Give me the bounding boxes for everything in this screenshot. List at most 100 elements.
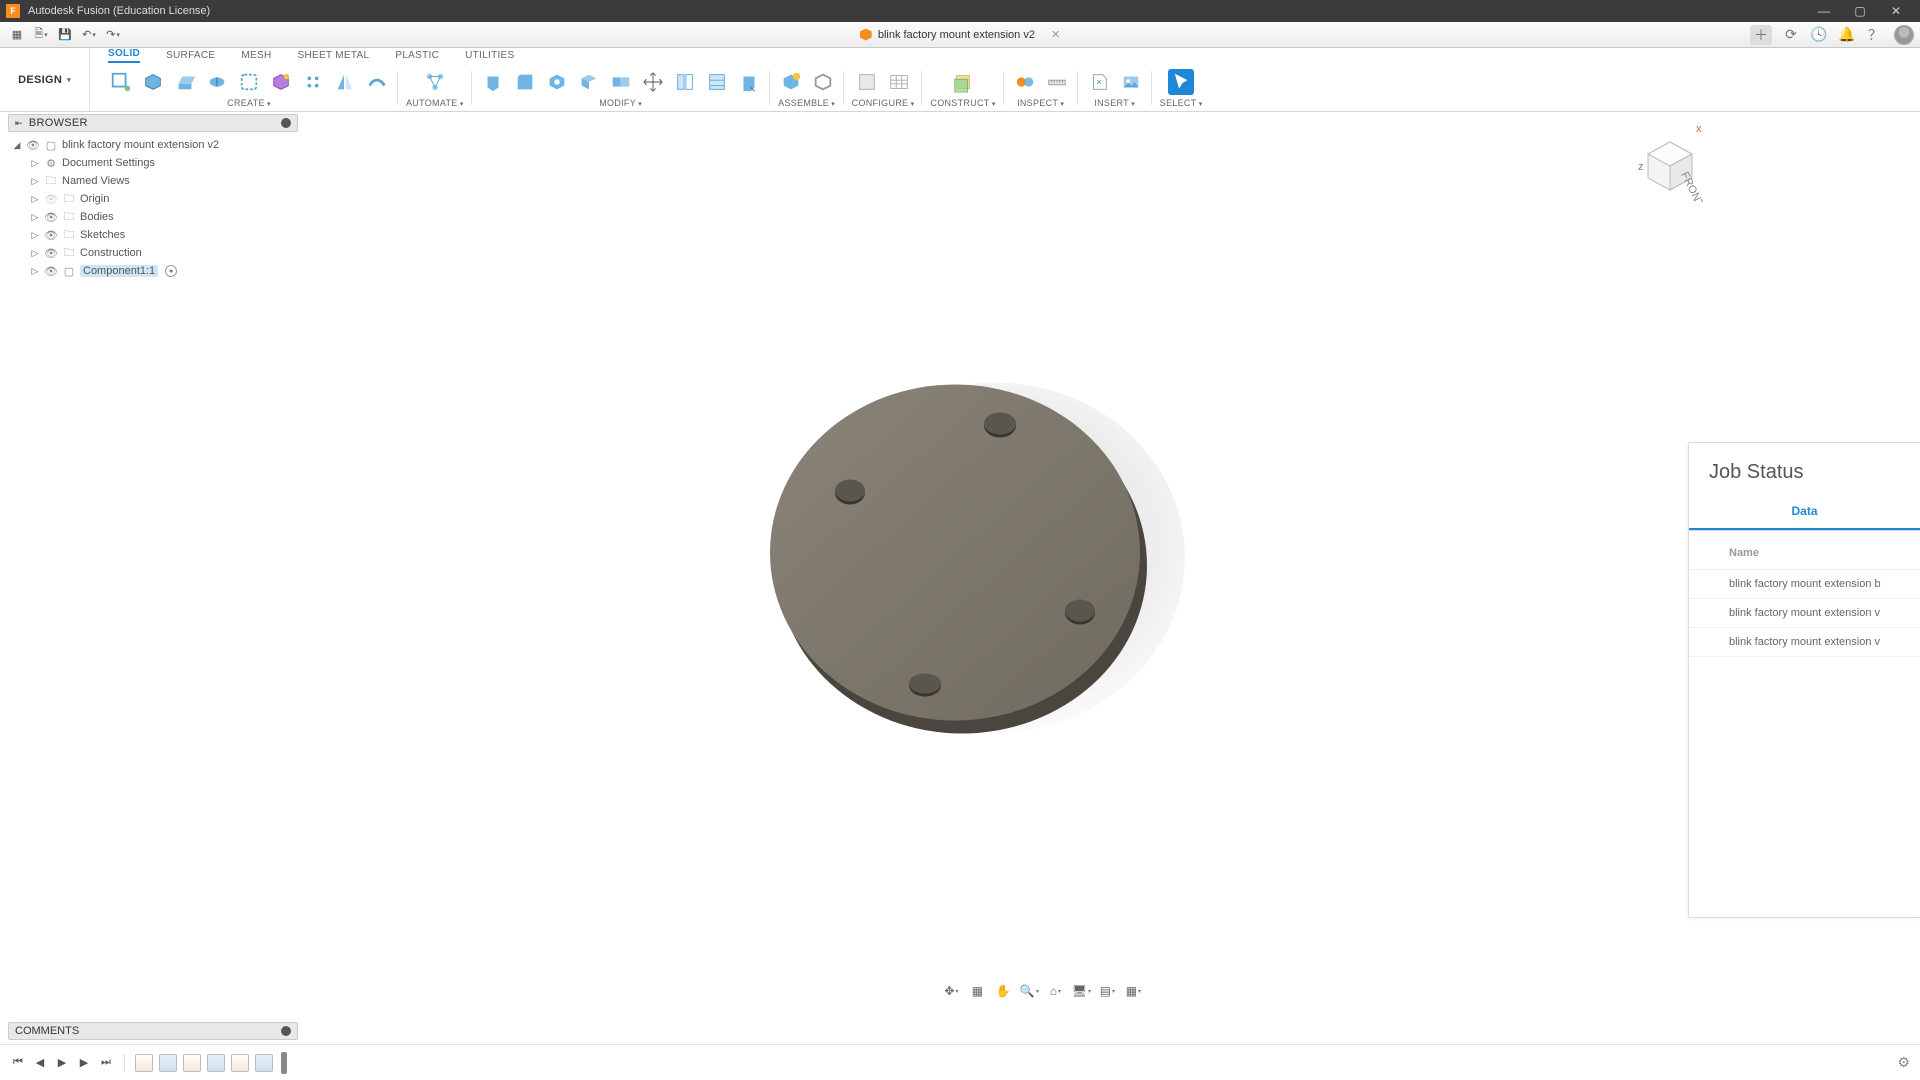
group-insert-label[interactable]: INSERT xyxy=(1094,98,1135,108)
sweep-icon[interactable] xyxy=(236,69,262,95)
pan-icon[interactable]: ✋ xyxy=(993,982,1013,1000)
visibility-icon[interactable]: 👁 xyxy=(44,192,58,206)
tab-sheet-metal[interactable]: SHEET METAL xyxy=(298,50,370,63)
browser-options-icon[interactable] xyxy=(281,118,291,128)
group-construct-label[interactable]: CONSTRUCT xyxy=(930,98,995,108)
tab-mesh[interactable]: MESH xyxy=(241,50,271,63)
group-create-label[interactable]: CREATE xyxy=(227,98,271,108)
close-button[interactable]: ✕ xyxy=(1878,0,1914,22)
create-sketch-icon[interactable] xyxy=(108,69,134,95)
insert-decal-icon[interactable] xyxy=(1118,69,1144,95)
notifications-icon[interactable]: 🔔 xyxy=(1838,26,1856,44)
extensions-icon[interactable]: ⟳ xyxy=(1782,26,1800,44)
visibility-icon[interactable]: 👁 xyxy=(26,138,40,152)
mirror-icon[interactable] xyxy=(332,69,358,95)
group-select-label[interactable]: SELECT xyxy=(1160,98,1203,108)
help-icon[interactable]: ？ xyxy=(1866,26,1884,44)
new-tab-button[interactable]: ＋ xyxy=(1750,25,1772,45)
expand-icon[interactable]: ▷ xyxy=(30,248,40,259)
zoom-icon[interactable]: 🔍 xyxy=(1019,982,1039,1000)
save-button[interactable]: 💾 xyxy=(54,25,76,45)
group-automate-label[interactable]: AUTOMATE xyxy=(406,98,464,108)
tree-node[interactable]: ▷⚙Document Settings xyxy=(26,154,298,172)
tree-root[interactable]: ◢ 👁 ▢ blink factory mount extension v2 xyxy=(8,136,298,154)
workspace-switcher[interactable]: DESIGN xyxy=(0,48,90,111)
tree-node[interactable]: ▷👁🗀Bodies xyxy=(26,208,298,226)
viewcube[interactable]: FRONT x z xyxy=(1630,122,1710,202)
move-icon[interactable] xyxy=(640,69,666,95)
tree-node[interactable]: ▷🗀Named Views xyxy=(26,172,298,190)
automate-icon[interactable] xyxy=(422,69,448,95)
appearance-icon[interactable] xyxy=(736,69,762,95)
timeline-feature[interactable] xyxy=(207,1054,225,1072)
document-tab[interactable]: blink factory mount extension v2 ✕ xyxy=(860,28,1060,41)
expand-icon[interactable]: ▷ xyxy=(30,194,40,205)
visibility-icon[interactable]: 👁 xyxy=(44,264,58,278)
close-tab-button[interactable]: ✕ xyxy=(1051,28,1060,41)
timeline-feature[interactable] xyxy=(231,1054,249,1072)
expand-icon[interactable]: ▷ xyxy=(30,176,40,187)
tab-plastic[interactable]: PLASTIC xyxy=(395,50,439,63)
undo-button[interactable]: ↶ xyxy=(78,25,100,45)
grid-settings-icon[interactable]: ▤ xyxy=(1097,982,1117,1000)
group-inspect-label[interactable]: INSPECT xyxy=(1017,98,1064,108)
display-settings-icon[interactable]: 🖥 xyxy=(1071,982,1091,1000)
select-icon[interactable] xyxy=(1168,69,1194,95)
expand-icon[interactable]: ▷ xyxy=(30,158,40,169)
visibility-icon[interactable]: 👁 xyxy=(44,210,58,224)
visibility-icon[interactable]: 👁 xyxy=(44,228,58,242)
maximize-button[interactable]: ▢ xyxy=(1842,0,1878,22)
visibility-icon[interactable]: 👁 xyxy=(44,246,58,260)
timeline-feature[interactable] xyxy=(183,1054,201,1072)
timeline-marker[interactable] xyxy=(281,1052,287,1074)
timeline-fwd-button[interactable]: ▶ xyxy=(76,1055,92,1071)
timeline-back-button[interactable]: ◀ xyxy=(32,1055,48,1071)
group-modify-label[interactable]: MODIFY xyxy=(599,98,642,108)
orbit-icon[interactable]: ✥ xyxy=(941,982,961,1000)
tree-node[interactable]: ▷👁🗀Origin xyxy=(26,190,298,208)
file-menu-button[interactable]: 🗎 xyxy=(30,25,52,45)
tree-node[interactable]: ▷👁🗀Construction xyxy=(26,244,298,262)
timeline-settings-icon[interactable]: ⚙ xyxy=(1897,1054,1910,1071)
config-table-icon[interactable] xyxy=(886,69,912,95)
inspect-measure-icon[interactable] xyxy=(1012,69,1038,95)
construct-plane-icon[interactable] xyxy=(950,69,976,95)
timeline-feature[interactable] xyxy=(255,1054,273,1072)
expand-icon[interactable]: ▷ xyxy=(30,266,40,277)
hole-icon[interactable] xyxy=(300,69,326,95)
user-avatar[interactable] xyxy=(1894,25,1914,45)
job-status-icon[interactable]: 🕓 xyxy=(1810,26,1828,44)
timeline-end-button[interactable]: ⏭ xyxy=(98,1055,114,1071)
inspect-ruler-icon[interactable] xyxy=(1044,69,1070,95)
comments-options-icon[interactable] xyxy=(281,1026,291,1036)
browser-header[interactable]: ⇤ BROWSER xyxy=(8,114,298,132)
comments-bar[interactable]: COMMENTS xyxy=(8,1022,298,1040)
revolve-icon[interactable] xyxy=(204,69,230,95)
job-row[interactable]: blink factory mount extension b xyxy=(1689,570,1920,599)
job-row[interactable]: blink factory mount extension v xyxy=(1689,628,1920,657)
shell-icon[interactable] xyxy=(576,69,602,95)
physical-material-icon[interactable] xyxy=(704,69,730,95)
thicken-icon[interactable] xyxy=(364,69,390,95)
new-component-icon[interactable] xyxy=(778,69,804,95)
form-icon[interactable] xyxy=(268,69,294,95)
tab-surface[interactable]: SURFACE xyxy=(166,50,215,63)
tree-node[interactable]: ▷👁🗀Sketches xyxy=(26,226,298,244)
activate-badge-icon[interactable]: ● xyxy=(165,265,177,277)
align-icon[interactable] xyxy=(672,69,698,95)
chamfer-icon[interactable] xyxy=(544,69,570,95)
expand-icon[interactable]: ◢ xyxy=(12,140,22,151)
viewports-icon[interactable]: ▦ xyxy=(1123,982,1143,1000)
job-tab-data[interactable]: Data xyxy=(1689,494,1920,530)
viewport[interactable]: ⇤ BROWSER ◢ 👁 ▢ blink factory mount exte… xyxy=(0,112,1920,1044)
pin-icon[interactable]: ⇤ xyxy=(15,118,23,129)
redo-button[interactable]: ↷ xyxy=(102,25,124,45)
fit-icon[interactable]: ⌂ xyxy=(1045,982,1065,1000)
expand-icon[interactable]: ▷ xyxy=(30,212,40,223)
timeline-feature[interactable] xyxy=(159,1054,177,1072)
look-at-icon[interactable]: ▦ xyxy=(967,982,987,1000)
job-row[interactable]: blink factory mount extension v xyxy=(1689,599,1920,628)
tab-solid[interactable]: SOLID xyxy=(108,48,140,63)
expand-icon[interactable]: ▷ xyxy=(30,230,40,241)
insert-derive-icon[interactable] xyxy=(1086,69,1112,95)
